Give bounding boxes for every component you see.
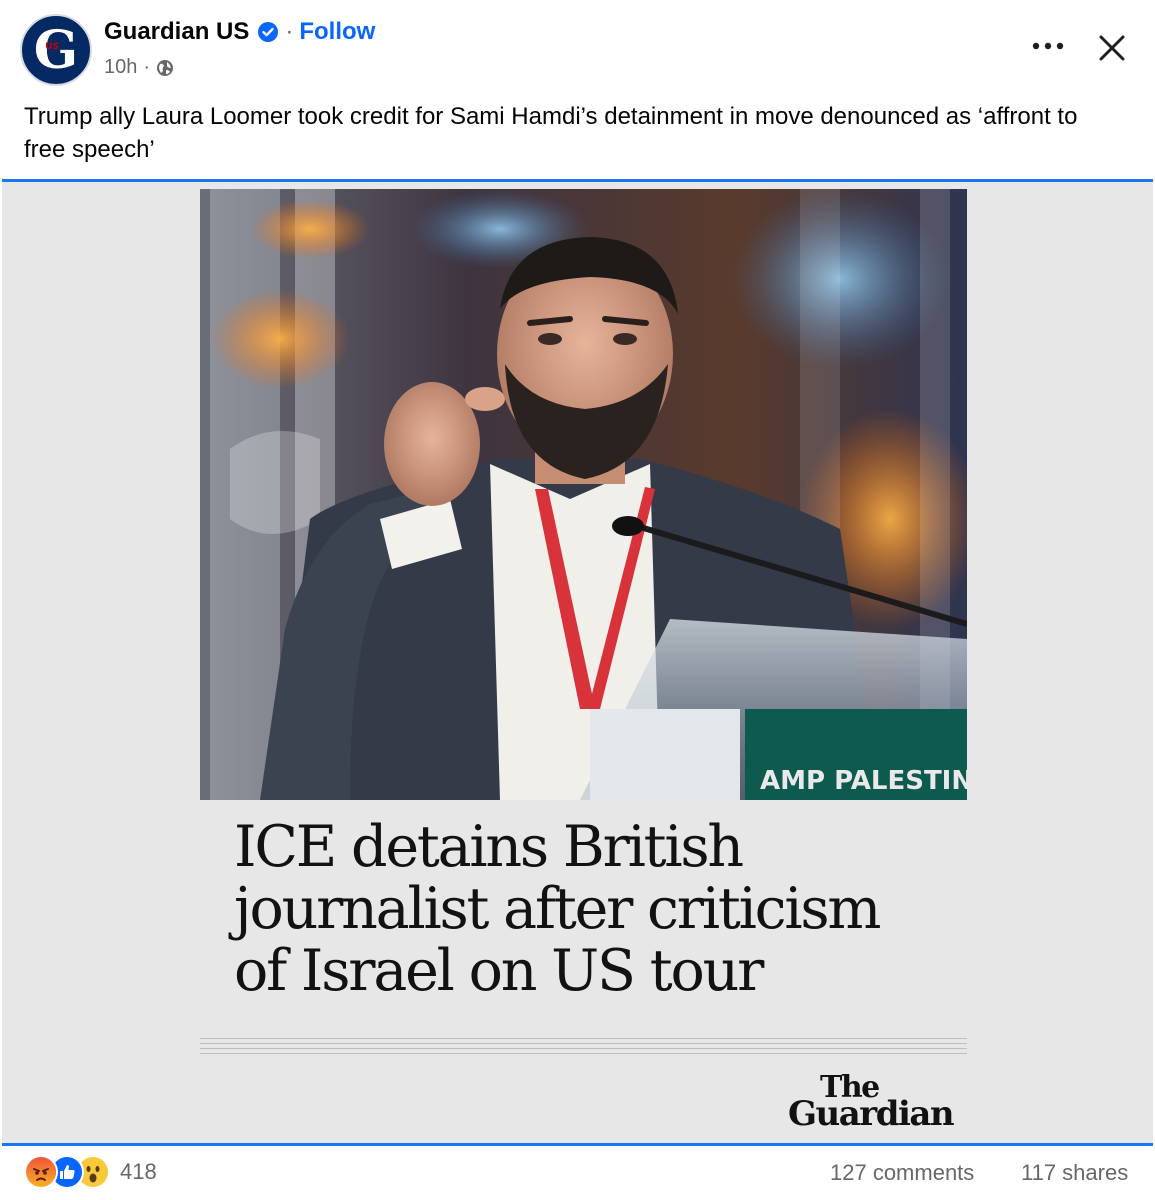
backdrop-text: AMP PALESTINI xyxy=(760,766,967,796)
globe-icon xyxy=(157,59,174,76)
logo-line-2: Guardian xyxy=(788,1094,955,1134)
follow-button[interactable]: Follow xyxy=(299,18,375,46)
angry-reaction-icon xyxy=(24,1155,58,1189)
article-headline: ICE detains British journalist after cri… xyxy=(234,814,881,1004)
guardian-logo: The Guardian xyxy=(784,1070,955,1134)
avatar-badge: US xyxy=(45,42,59,52)
more-horizontal-icon xyxy=(1032,42,1064,50)
link-card[interactable]: AMP PALESTINI ICE detains British journa… xyxy=(2,179,1153,1146)
article-photo: AMP PALESTINI xyxy=(200,189,967,800)
guardian-g-logo-icon: G US xyxy=(34,20,78,81)
separator: · xyxy=(285,18,294,45)
close-button[interactable] xyxy=(1090,26,1134,70)
meta-separator: · xyxy=(143,56,151,78)
post-header: G US Guardian US · Follow 10h · xyxy=(0,0,1155,92)
page-avatar[interactable]: G US xyxy=(20,14,92,86)
divider-line xyxy=(200,1048,967,1049)
more-options-button[interactable] xyxy=(1024,28,1072,64)
page-name-row: Guardian US · Follow xyxy=(104,18,375,46)
speaker-at-podium-image: AMP PALESTINI xyxy=(200,189,967,800)
divider-line xyxy=(200,1038,967,1039)
post-caption: Trump ally Laura Loomer took credit for … xyxy=(24,103,1078,163)
close-icon xyxy=(1099,35,1125,61)
reactions-summary[interactable]: 418 xyxy=(24,1155,157,1189)
post-time[interactable]: 10h xyxy=(104,56,137,79)
verified-badge-icon xyxy=(258,22,279,42)
divider-line xyxy=(200,1043,967,1044)
shares-count[interactable]: 117 shares xyxy=(1021,1160,1128,1186)
reaction-count[interactable]: 418 xyxy=(120,1159,157,1185)
post-meta: 10h · xyxy=(104,56,174,79)
comments-count[interactable]: 127 comments xyxy=(830,1160,974,1186)
page-name[interactable]: Guardian US xyxy=(104,18,249,46)
engagement-bar: 418 127 comments 117 shares xyxy=(0,1150,1155,1200)
divider-line xyxy=(200,1053,967,1054)
